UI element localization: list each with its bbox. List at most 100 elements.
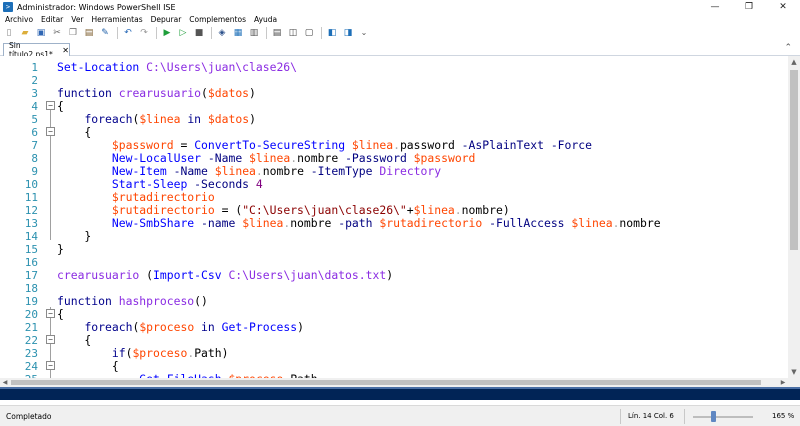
menu-complementos[interactable]: Complementos — [185, 15, 250, 24]
status-divider — [684, 409, 685, 424]
show-script-top-icon[interactable]: ▤ — [271, 27, 283, 39]
console-pane[interactable] — [0, 387, 800, 400]
menu-ver[interactable]: Ver — [67, 15, 87, 24]
line-number: 1 — [31, 61, 38, 74]
line-number: 3 — [31, 87, 38, 100]
line-number: 11 — [24, 191, 38, 204]
run-script-icon[interactable]: ▶ — [161, 27, 173, 39]
paste-icon[interactable]: ▤ — [83, 27, 95, 39]
redo-icon[interactable]: ↷ — [138, 27, 150, 39]
status-bar: Completado Lín. 14 Col. 6 165 % — [0, 405, 800, 426]
start-powershell-icon[interactable]: ▦ — [232, 27, 244, 39]
title-bar: > Administrador: Windows PowerShell ISE … — [0, 0, 800, 14]
toolbar-overflow[interactable]: ⌄ — [358, 27, 370, 39]
show-script-right-icon[interactable]: ◫ — [287, 27, 299, 39]
open-folder-icon[interactable]: ▰ — [19, 27, 31, 39]
collapse-region-icon[interactable]: − — [46, 309, 55, 318]
line-number: 9 — [31, 165, 38, 178]
line-number: 8 — [31, 152, 38, 165]
copy-icon[interactable]: ❐ — [67, 27, 79, 39]
clear-console-icon[interactable]: ✎ — [99, 27, 111, 39]
new-file-icon[interactable]: ▯ — [3, 27, 15, 39]
collapse-region-icon[interactable]: − — [46, 335, 55, 344]
line-number: 18 — [24, 282, 38, 295]
code-line[interactable]: 15} — [0, 242, 788, 257]
collapse-region-icon[interactable]: − — [46, 127, 55, 136]
code-line[interactable]: 3 function crearusuario($datos) — [0, 86, 788, 101]
remote-powershell-icon[interactable]: ◈ — [216, 27, 228, 39]
stop-icon[interactable]: ■ — [193, 27, 205, 39]
minimize-icon[interactable]: — — [698, 0, 732, 14]
code-text: New-SmbShare -name $linea.nombre -path $… — [111, 216, 661, 230]
code-line[interactable]: 1 Set-Location C:\Users\juan\clase26\ — [0, 60, 788, 75]
horizontal-scroll-thumb[interactable] — [11, 380, 761, 385]
show-script-maximized-icon[interactable]: ▢ — [303, 27, 315, 39]
powershell-icon: > — [3, 2, 13, 12]
line-number: 17 — [24, 269, 38, 282]
script-tab-strip: Sin título2.ps1* ✕ ⌃ — [0, 41, 800, 59]
line-number: 21 — [24, 321, 38, 334]
scroll-down-icon[interactable]: ▼ — [788, 366, 800, 378]
menu-herramientas[interactable]: Herramientas — [88, 15, 147, 24]
code-line[interactable]: 17 crearusuario (Import-Csv C:\Users\juan… — [0, 268, 788, 283]
scroll-right-icon[interactable]: ▶ — [778, 378, 788, 387]
line-number: 4 — [31, 100, 38, 113]
code-line[interactable]: 13 New-SmbShare -name $linea.nombre -pat… — [0, 216, 788, 231]
status-text: Completado — [6, 412, 52, 421]
scroll-up-icon[interactable]: ▲ — [788, 56, 800, 68]
zoom-slider[interactable] — [693, 416, 753, 418]
code-text: function crearusuario($datos) — [57, 86, 256, 100]
line-number: 15 — [24, 243, 38, 256]
horizontal-scrollbar[interactable]: ◀ ▶ — [0, 378, 800, 387]
close-tab-icon[interactable]: ✕ — [62, 46, 69, 55]
vertical-scroll-thumb[interactable] — [790, 70, 798, 250]
undo-icon[interactable]: ↶ — [122, 27, 134, 39]
code-line[interactable]: 19 function hashproceso() — [0, 295, 788, 309]
collapse-region-icon[interactable]: − — [46, 361, 55, 370]
save-icon[interactable]: ▣ — [35, 27, 47, 39]
code-line[interactable]: 5 foreach($linea in $datos) — [0, 113, 788, 127]
collapse-region-icon[interactable]: − — [46, 101, 55, 110]
vertical-scrollbar[interactable]: ▲ ▼ — [788, 56, 800, 378]
line-number: 12 — [24, 204, 38, 217]
line-number: 6 — [31, 126, 38, 139]
window-controls: — ❐ ✕ — [698, 0, 800, 14]
toolbar-separator — [211, 27, 212, 39]
menu-bar: Archivo Editar Ver Herramientas Depurar … — [0, 14, 800, 25]
line-number: 2 — [31, 74, 38, 87]
command-addon-icon[interactable]: ▥ — [248, 27, 260, 39]
close-icon[interactable]: ✕ — [766, 0, 800, 14]
code-text: } — [57, 242, 64, 256]
code-line[interactable]: 14 } — [0, 230, 788, 244]
toolbar: ▯ ▰ ▣ ✂ ❐ ▤ ✎ ↶ ↷ ▶ ▷ ■ ◈ ▦ ▥ ▤ ◫ ▢ ◧ ◨ … — [0, 25, 800, 41]
show-command-window-icon[interactable]: ◧ — [326, 27, 338, 39]
scroll-left-icon[interactable]: ◀ — [0, 378, 10, 387]
cut-icon[interactable]: ✂ — [51, 27, 63, 39]
menu-ayuda[interactable]: Ayuda — [250, 15, 281, 24]
collapse-script-pane-icon[interactable]: ⌃ — [784, 43, 792, 53]
line-number: 23 — [24, 347, 38, 360]
maximize-icon[interactable]: ❐ — [732, 0, 766, 14]
menu-depurar[interactable]: Depurar — [147, 15, 186, 24]
line-number: 19 — [24, 295, 38, 308]
show-command-addon-icon[interactable]: ◨ — [342, 27, 354, 39]
line-number: 13 — [24, 217, 38, 230]
script-editor[interactable]: 1 Set-Location C:\Users\juan\clase26\ 2 3 fu… — [0, 56, 788, 378]
toolbar-separator — [156, 27, 157, 39]
zoom-slider-thumb[interactable] — [710, 411, 716, 422]
line-number: 20 — [24, 308, 38, 321]
line-number: 16 — [24, 256, 38, 269]
toolbar-separator — [266, 27, 267, 39]
status-divider — [620, 409, 621, 424]
toolbar-separator — [117, 27, 118, 39]
line-number: 24 — [24, 360, 38, 373]
code-text: crearusuario (Import-Csv C:\Users\juan\d… — [57, 268, 394, 282]
line-number: 22 — [24, 334, 38, 347]
run-selection-icon[interactable]: ▷ — [177, 27, 189, 39]
menu-archivo[interactable]: Archivo — [0, 15, 37, 24]
menu-editar[interactable]: Editar — [37, 15, 67, 24]
line-number: 5 — [31, 113, 38, 126]
code-line[interactable]: 21 foreach($proceso in Get-Process) — [0, 321, 788, 335]
tab-script[interactable]: Sin título2.ps1* ✕ — [3, 41, 70, 59]
code-text: Set-Location C:\Users\juan\clase26\ — [57, 60, 298, 74]
